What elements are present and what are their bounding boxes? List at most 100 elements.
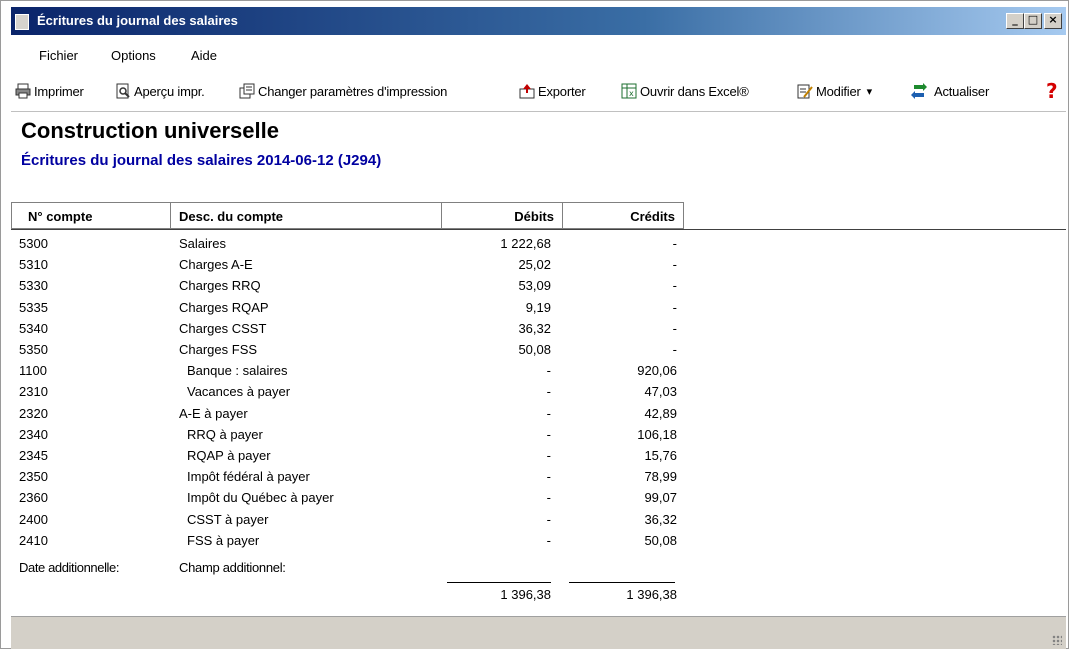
header-account[interactable]: N° compte <box>11 202 171 229</box>
export-icon <box>519 83 535 99</box>
header-description[interactable]: Desc. du compte <box>170 202 442 229</box>
account-cell: 5300 <box>19 236 48 251</box>
print-settings-label: Changer paramètres d'impression <box>258 83 448 99</box>
description-cell: Charges RQAP <box>179 299 269 315</box>
credit-cell: - <box>672 236 677 251</box>
menu-bar: Fichier Options Aide <box>11 43 1066 69</box>
menu-aide[interactable]: Aide <box>191 48 217 63</box>
print-preview-icon <box>115 83 131 99</box>
account-cell: 5350 <box>19 342 48 357</box>
table-row: 2400 CSST à payer - 36,32 <box>11 512 1066 533</box>
table-row: 5340 Charges CSST 36,32 - <box>11 321 1066 342</box>
refresh-label: Actualiser <box>934 83 990 99</box>
print-settings-button[interactable]: Changer paramètres d'impression <box>239 81 447 101</box>
table-row: 2310 Vacances à payer - 47,03 <box>11 384 1066 405</box>
header-divider <box>11 229 1066 230</box>
debit-cell: 25,02 <box>518 257 551 273</box>
account-cell: 1100 <box>19 363 47 379</box>
table-row: 2350 Impôt fédéral à payer - 78,99 <box>11 469 1066 490</box>
modify-button[interactable]: Modifier ▾ <box>797 81 872 101</box>
app-window: Écritures du journal des salaires _ □ × … <box>0 0 1069 649</box>
refresh-icon <box>911 83 927 99</box>
account-cell: 5340 <box>19 320 48 336</box>
total-credits: 1 396,38 <box>626 587 677 602</box>
refresh-button[interactable]: Actualiser <box>911 81 989 101</box>
credit-cell: 50,08 <box>644 532 677 548</box>
account-cell: 2310 <box>19 384 48 400</box>
account-cell: 2360 <box>19 490 48 506</box>
maximize-button[interactable]: □ <box>1024 13 1042 29</box>
total-debits-rule <box>447 582 551 583</box>
table-row: 5300 Salaires 1 222,68 - <box>11 236 1066 257</box>
credit-cell: 106,18 <box>637 426 677 442</box>
credit-cell: - <box>672 278 677 294</box>
debit-cell: - <box>546 469 551 485</box>
header-debits[interactable]: Débits <box>441 202 563 229</box>
credit-cell: 920,06 <box>637 363 677 379</box>
preview-button[interactable]: Aperçu impr. <box>115 81 205 101</box>
account-cell: 5310 <box>19 257 48 273</box>
title-bar[interactable]: Écritures du journal des salaires _ □ × <box>11 7 1066 35</box>
account-cell: 2350 <box>19 469 48 485</box>
open-excel-button[interactable]: x Ouvrir dans Excel® <box>621 81 749 101</box>
debit-cell: - <box>546 490 551 506</box>
table-row: 5335 Charges RQAP 9,19 - <box>11 300 1066 321</box>
modify-label: Modifier <box>816 83 861 99</box>
table-row: 1100 Banque : salaires - 920,06 <box>11 363 1066 384</box>
header-credits[interactable]: Crédits <box>562 202 684 229</box>
table-row: 5350 Charges FSS 50,08 - <box>11 342 1066 363</box>
table-row: 2320 A-E à payer - 42,89 <box>11 406 1066 427</box>
svg-text:x: x <box>629 89 634 98</box>
table-row: 5310 Charges A-E 25,02 - <box>11 257 1066 278</box>
debit-cell: 9,19 <box>525 299 551 315</box>
menu-fichier[interactable]: Fichier <box>39 48 78 63</box>
print-button[interactable]: Imprimer <box>15 81 84 101</box>
debit-cell: - <box>546 405 551 421</box>
description-cell: Banque : salaires <box>187 363 288 379</box>
report-area: Construction universelle Écritures du jo… <box>11 111 1066 617</box>
account-cell: 2410 <box>19 532 48 548</box>
credit-cell: - <box>672 299 677 315</box>
description-cell: RQAP à payer <box>187 448 271 463</box>
credit-cell: 15,76 <box>644 448 677 463</box>
debit-cell: 36,32 <box>518 320 551 336</box>
excel-icon: x <box>621 83 637 99</box>
account-cell: 5330 <box>19 278 48 294</box>
debit-cell: - <box>546 384 551 400</box>
company-name: Construction universelle <box>21 118 279 143</box>
chevron-down-icon[interactable]: ▾ <box>867 85 873 98</box>
extra-field-label: Champ additionnel: <box>179 560 286 575</box>
description-cell: Salaires <box>179 236 226 251</box>
table-row: 2340 RRQ à payer - 106,18 <box>11 427 1066 448</box>
debit-cell: - <box>546 511 551 527</box>
export-button[interactable]: Exporter <box>519 81 586 101</box>
account-cell: 5335 <box>19 299 48 315</box>
total-credits-rule <box>569 582 675 583</box>
credit-cell: - <box>672 342 677 357</box>
description-cell: CSST à payer <box>187 511 269 527</box>
credit-cell: - <box>672 320 677 336</box>
print-settings-icon <box>239 83 255 99</box>
toolbar: Imprimer Aperçu impr. Changer paramètres… <box>11 76 1066 106</box>
credit-cell: 47,03 <box>644 384 677 400</box>
totals-row: 1 396,38 1 396,38 <box>11 587 1066 608</box>
menu-options[interactable]: Options <box>111 48 156 63</box>
extra-fields-row: Date additionnelle: Champ additionnel: <box>11 560 1066 581</box>
credit-cell: 36,32 <box>644 511 677 527</box>
minimize-button[interactable]: _ <box>1006 13 1024 29</box>
table-row: 2345 RQAP à payer - 15,76 <box>11 448 1066 469</box>
close-button[interactable]: × <box>1044 13 1062 29</box>
account-cell: 2345 <box>19 448 48 463</box>
description-cell: Charges RRQ <box>179 278 261 294</box>
debit-cell: - <box>546 448 551 463</box>
resize-grip-icon[interactable] <box>1052 635 1062 645</box>
export-label: Exporter <box>538 83 586 99</box>
credit-cell: - <box>672 257 677 273</box>
open-excel-label: Ouvrir dans Excel® <box>640 83 749 99</box>
help-icon[interactable]: ? <box>1046 79 1058 103</box>
extra-date-label: Date additionnelle: <box>19 560 120 575</box>
window-title: Écritures du journal des salaires <box>37 13 238 28</box>
edit-icon <box>797 83 813 99</box>
debit-cell: 1 222,68 <box>500 236 551 251</box>
printer-icon <box>15 83 31 99</box>
